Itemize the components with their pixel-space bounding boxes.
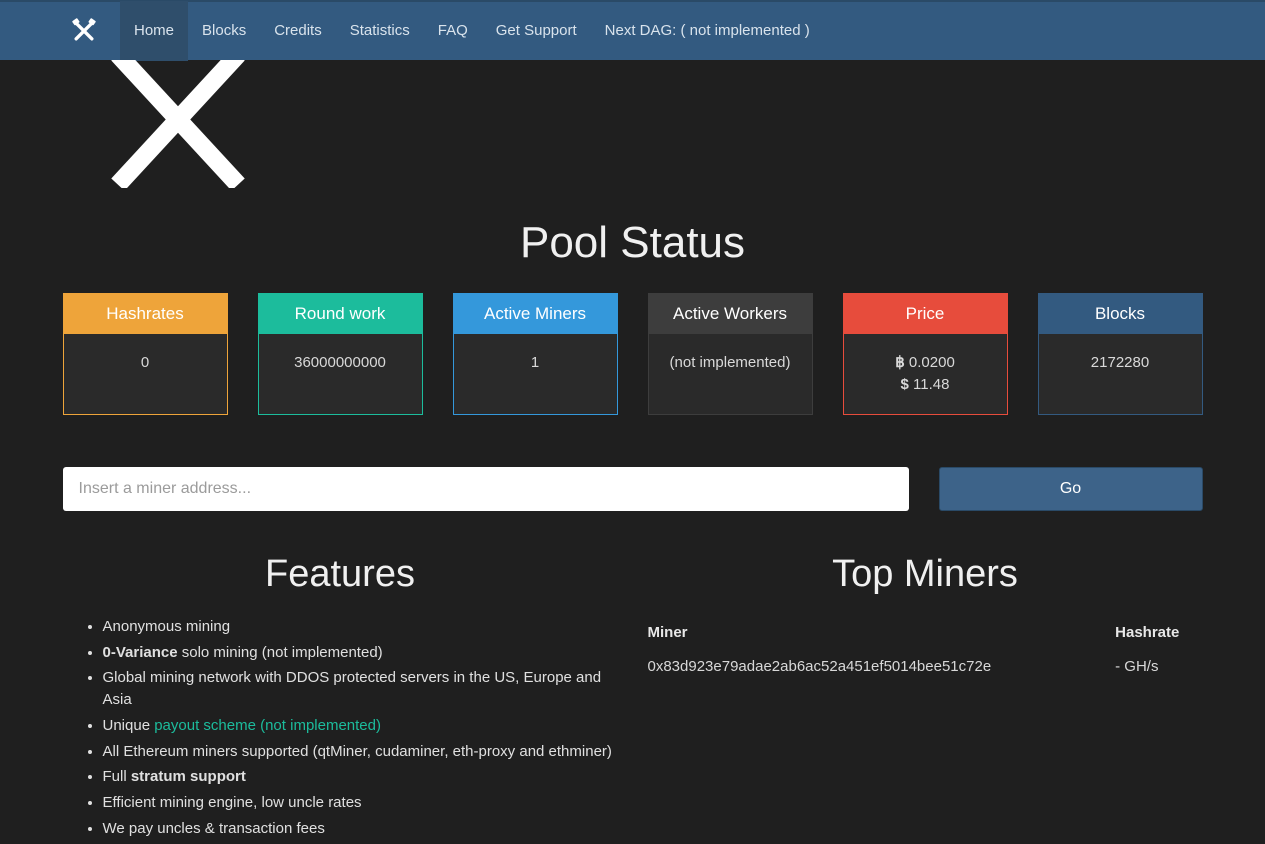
col-hashrate: Hashrate bbox=[1115, 616, 1202, 650]
bitcoin-symbol: ฿ bbox=[895, 354, 905, 371]
nav-statistics[interactable]: Statistics bbox=[336, 1, 424, 61]
feature-item: We pay uncles & transaction fees bbox=[103, 818, 618, 840]
feature-item: 0-Variance solo mining (not implemented) bbox=[103, 642, 618, 664]
stat-blocks-value: 2172280 bbox=[1039, 334, 1202, 392]
top-miners-heading: Top Miners bbox=[648, 547, 1203, 602]
feature-text: Unique bbox=[103, 717, 155, 734]
payout-scheme-link[interactable]: payout scheme (not implemented) bbox=[154, 717, 381, 734]
feature-text: Full bbox=[103, 768, 131, 785]
features-list: Anonymous mining 0-Variance solo mining … bbox=[63, 616, 618, 840]
stat-active-miners-label: Active Miners bbox=[454, 294, 617, 335]
go-button[interactable]: Go bbox=[939, 467, 1203, 511]
feature-strong: stratum support bbox=[131, 768, 246, 785]
hero-logo bbox=[88, 60, 1203, 195]
nav-faq[interactable]: FAQ bbox=[424, 1, 482, 61]
stat-price-usd-value: 11.48 bbox=[913, 376, 949, 393]
stat-round-work-label: Round work bbox=[259, 294, 422, 335]
feature-item: Efficient mining engine, low uncle rates bbox=[103, 792, 618, 814]
features-heading: Features bbox=[63, 547, 618, 602]
stat-active-workers: Active Workers (not implemented) bbox=[648, 293, 813, 415]
feature-item: Anonymous mining bbox=[103, 616, 618, 638]
stat-hashrates-label: Hashrates bbox=[64, 294, 227, 335]
dollar-symbol: $ bbox=[901, 376, 909, 393]
nav-support[interactable]: Get Support bbox=[482, 1, 591, 61]
feature-text: solo mining (not implemented) bbox=[178, 644, 383, 661]
stat-hashrates-value: 0 bbox=[64, 334, 227, 392]
stat-round-work-value: 36000000000 bbox=[259, 334, 422, 392]
feature-item: Global mining network with DDOS protecte… bbox=[103, 667, 618, 711]
stat-price-btc: ฿ 0.0200 bbox=[850, 352, 1001, 374]
miner-address: 0x83d923e79adae2ab6ac52a451ef5014bee51c7… bbox=[648, 650, 1116, 684]
stat-hashrates: Hashrates 0 bbox=[63, 293, 228, 415]
stat-price-label: Price bbox=[844, 294, 1007, 335]
stat-round-work: Round work 36000000000 bbox=[258, 293, 423, 415]
nav-next-dag: Next DAG: ( not implemented ) bbox=[591, 1, 824, 61]
feature-strong: 0-Variance bbox=[103, 644, 178, 661]
stat-active-miners: Active Miners 1 bbox=[453, 293, 618, 415]
stat-blocks: Blocks 2172280 bbox=[1038, 293, 1203, 415]
page-title: Pool Status bbox=[63, 211, 1203, 275]
stat-active-workers-label: Active Workers bbox=[649, 294, 812, 335]
stat-price-btc-value: 0.0200 bbox=[909, 354, 955, 371]
top-miners-table: Miner Hashrate 0x83d923e79adae2ab6ac52a4… bbox=[648, 616, 1203, 684]
stat-active-miners-value: 1 bbox=[454, 334, 617, 392]
miner-hashrate: - GH/s bbox=[1115, 650, 1202, 684]
stat-price-usd: $ 11.48 bbox=[850, 374, 1001, 396]
miner-address-input[interactable] bbox=[63, 467, 909, 511]
brand-logo[interactable] bbox=[62, 1, 106, 61]
feature-item: Unique payout scheme (not implemented) bbox=[103, 715, 618, 737]
stat-active-workers-value: (not implemented) bbox=[649, 334, 812, 392]
table-row: 0x83d923e79adae2ab6ac52a451ef5014bee51c7… bbox=[648, 650, 1203, 684]
nav-credits[interactable]: Credits bbox=[260, 1, 336, 61]
nav-blocks[interactable]: Blocks bbox=[188, 1, 260, 61]
stat-price: Price ฿ 0.0200 $ 11.48 bbox=[843, 293, 1008, 415]
stat-blocks-label: Blocks bbox=[1039, 294, 1202, 335]
nav-home[interactable]: Home bbox=[120, 1, 188, 61]
col-miner: Miner bbox=[648, 616, 1116, 650]
feature-item: Full stratum support bbox=[103, 766, 618, 788]
feature-item: All Ethereum miners supported (qtMiner, … bbox=[103, 741, 618, 763]
